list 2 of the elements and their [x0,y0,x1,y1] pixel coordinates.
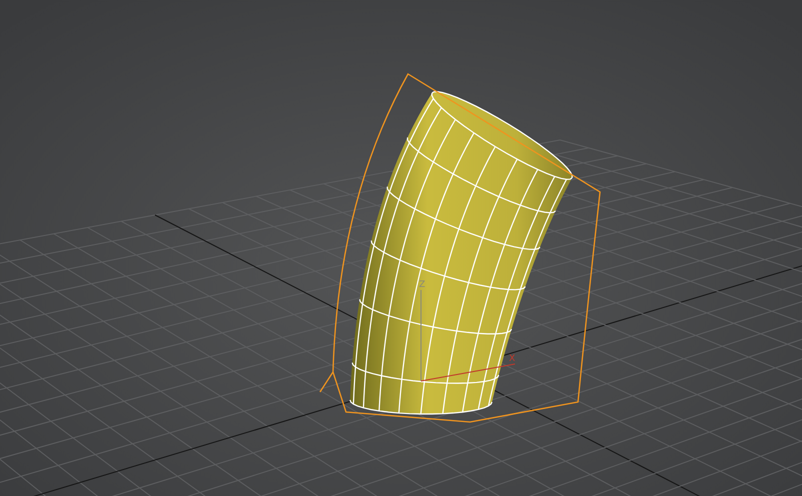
axis-label: Z [419,280,426,290]
axis-label: X [509,354,516,364]
